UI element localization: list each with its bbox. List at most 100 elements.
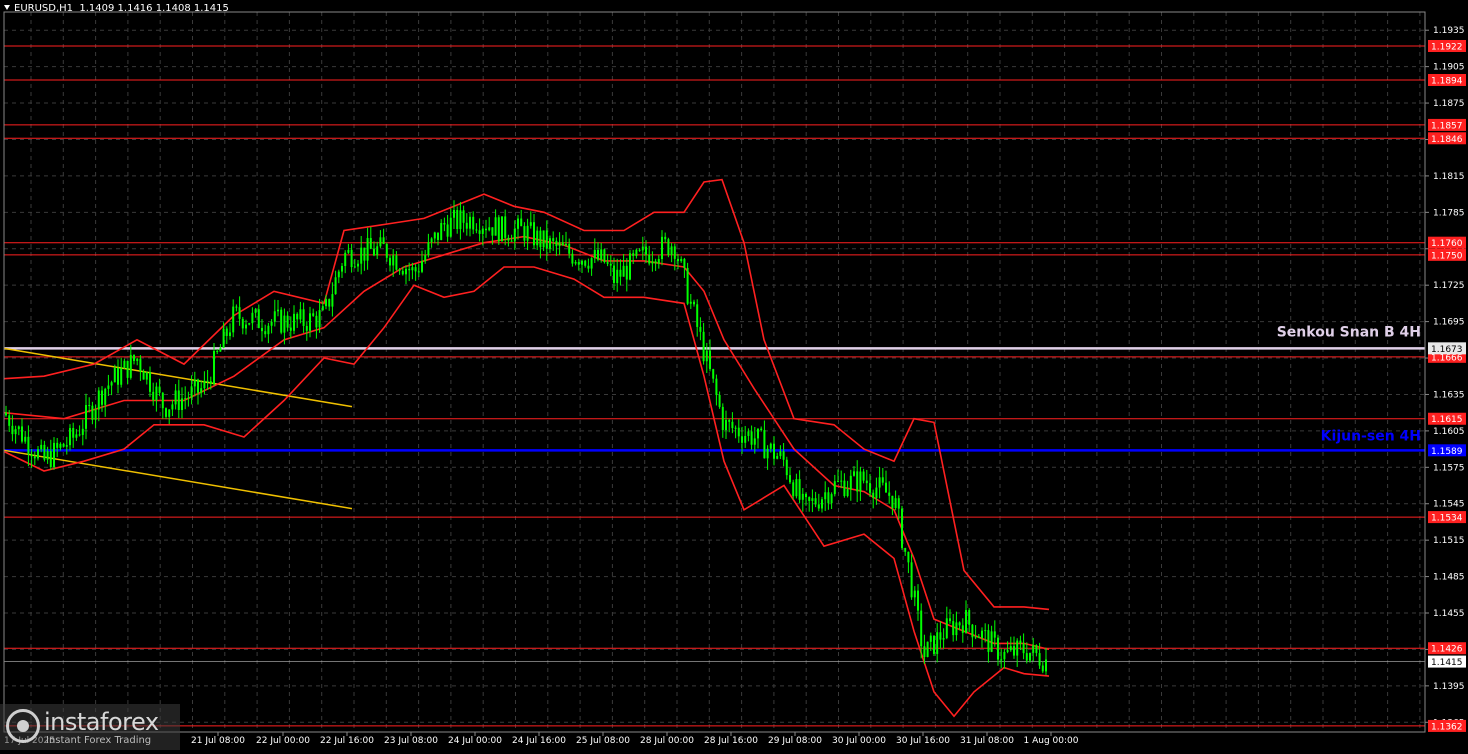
- candle-body: [424, 255, 427, 262]
- candle-body: [936, 632, 939, 654]
- candle-body: [904, 547, 907, 552]
- candle-body: [769, 443, 772, 449]
- candle-body: [46, 451, 49, 460]
- candle-body: [405, 268, 407, 275]
- candle-body: [763, 430, 766, 459]
- x-tick-label: 31 Jul 08:00: [960, 736, 1014, 746]
- candle-body: [709, 350, 711, 370]
- candle-body: [955, 622, 958, 636]
- candle-body: [862, 471, 865, 481]
- candle-body: [1019, 640, 1022, 644]
- candle-body: [401, 270, 404, 275]
- logo-tagline: Instant Forex Trading: [46, 735, 152, 746]
- candle-body: [641, 246, 644, 251]
- candle-body: [891, 495, 894, 509]
- candle-body: [5, 412, 7, 416]
- candle-body: [328, 299, 331, 307]
- candle-body: [318, 310, 321, 328]
- candle-body: [85, 405, 87, 429]
- candle-body: [433, 232, 436, 239]
- candle-body: [14, 429, 17, 435]
- candle-body: [520, 218, 523, 227]
- candle-body: [565, 243, 567, 246]
- candle-body: [705, 350, 708, 362]
- candle-body: [1038, 653, 1041, 666]
- chart-area[interactable]: 1.19351.19051.18751.18451.18151.17851.17…: [0, 0, 1468, 750]
- candle-body: [126, 360, 129, 378]
- candle-body: [417, 271, 420, 273]
- chart-header: EURUSD,H1 1.1409 1.1416 1.1408 1.1415: [4, 3, 229, 14]
- candle-body: [741, 436, 743, 443]
- candle-body: [894, 498, 897, 509]
- candle-body: [696, 304, 699, 327]
- indicator-layer: [3, 178, 1050, 718]
- candle-body: [139, 358, 142, 372]
- candle-body: [616, 269, 619, 283]
- candle-body: [833, 481, 836, 495]
- candle-body: [357, 263, 359, 267]
- y-tick-label: 1.1875: [1433, 99, 1465, 109]
- candle-body: [542, 230, 545, 248]
- candle-body: [273, 311, 276, 322]
- candle-body: [725, 420, 727, 431]
- candle-body: [622, 265, 625, 277]
- candle-body: [977, 636, 980, 639]
- candle-body: [869, 483, 871, 493]
- candle-body: [840, 480, 843, 482]
- candle-body: [513, 228, 516, 242]
- candle-body: [1003, 651, 1006, 660]
- price-chart[interactable]: 1.19351.19051.18751.18451.18151.17851.17…: [0, 0, 1468, 750]
- candle-body: [609, 263, 612, 266]
- axes-layer: 1.19351.19051.18751.18451.18151.17851.17…: [3, 11, 1465, 746]
- candle-body: [593, 249, 596, 259]
- candle-body: [369, 238, 372, 249]
- candle-body: [213, 351, 215, 384]
- candle-body: [145, 372, 148, 380]
- candle-body: [945, 618, 948, 639]
- candle-body: [88, 405, 91, 407]
- candle-body: [997, 637, 999, 660]
- candle-body: [574, 262, 577, 264]
- y-tick-label: 1.1815: [1433, 172, 1465, 182]
- candle-body: [113, 367, 116, 383]
- candle-body: [104, 388, 107, 405]
- candle-body: [209, 381, 212, 384]
- candle-body: [488, 227, 491, 231]
- candle-body: [798, 479, 801, 500]
- candle-body: [917, 590, 919, 611]
- x-tick-label: 24 Jul 16:00: [512, 736, 566, 746]
- candle-body: [107, 385, 110, 389]
- candle-body: [136, 358, 139, 361]
- candle-body: [913, 590, 916, 598]
- candle-body: [625, 265, 628, 280]
- candle-body: [459, 210, 462, 230]
- candle-body: [232, 306, 235, 333]
- x-tick-label: 22 Jul 00:00: [256, 736, 310, 746]
- candle-body: [1013, 646, 1015, 656]
- candle-body: [152, 391, 155, 401]
- candle-body: [654, 261, 657, 264]
- candle-body: [190, 386, 193, 398]
- candle-body: [21, 426, 23, 442]
- x-tick-label: 21 Jul 08:00: [191, 736, 245, 746]
- candle-body: [661, 236, 663, 259]
- candle-body: [715, 378, 718, 396]
- x-tick-label: 28 Jul 16:00: [704, 736, 758, 746]
- candle-body: [501, 216, 503, 242]
- y-tick-label: 1.1575: [1433, 463, 1465, 473]
- candle-body: [926, 641, 929, 657]
- candle-body: [920, 610, 923, 647]
- y-tick-label: 1.1905: [1433, 63, 1465, 73]
- candle-body: [1035, 645, 1038, 654]
- level-price-label: 1.1534: [1431, 514, 1463, 524]
- candle-body: [517, 218, 519, 229]
- candle-body: [312, 313, 315, 316]
- candle-body: [776, 456, 779, 459]
- candle-body: [693, 301, 695, 305]
- menu-triangle-icon[interactable]: [4, 5, 10, 10]
- x-tick-label: 30 Jul 16:00: [896, 736, 950, 746]
- candle-body: [581, 260, 583, 265]
- candle-body: [712, 369, 715, 379]
- candle-body: [689, 301, 692, 304]
- candle-body: [277, 309, 279, 312]
